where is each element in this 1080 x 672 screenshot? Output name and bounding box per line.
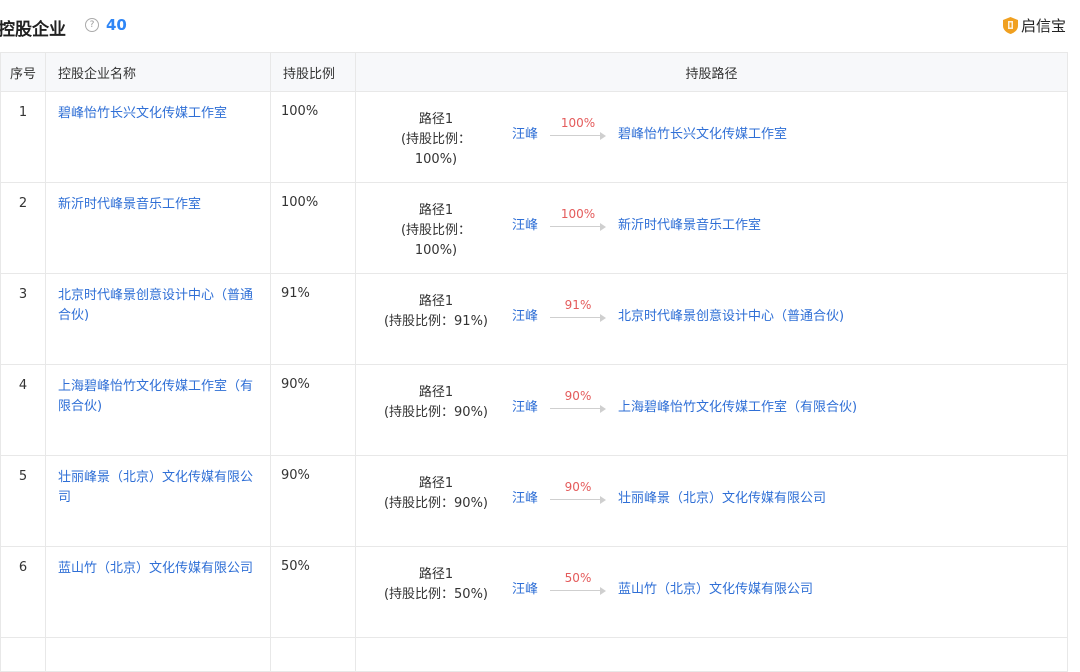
arrow-percent: 91%	[564, 298, 592, 312]
section-title: 控股企业	[0, 20, 66, 40]
company-name-link[interactable]: 蓝山竹（北京）文化传媒有限公司	[58, 561, 253, 576]
path-arrow: 90%	[550, 389, 607, 415]
holding-path: 路径1 (持股比例：50%) 汪峰 50% 蓝山竹（北京）文化传媒有限公司	[355, 546, 1068, 638]
help-icon[interactable]: ?	[85, 18, 99, 32]
holder-link[interactable]: 汪峰	[512, 578, 538, 597]
shield-logo-icon	[1002, 17, 1018, 34]
path-arrow: 90%	[550, 480, 607, 506]
holding-path: 路径1 (持股比例：91%) 汪峰 91% 北京时代峰景创意设计中心（普通合伙)	[355, 273, 1068, 365]
company-name-link[interactable]: 北京时代峰景创意设计中心（普通合伙)	[58, 288, 253, 323]
arrow-percent: 90%	[564, 480, 592, 494]
section-header: 控股企业 ? 40 启信宝	[0, 0, 1080, 52]
path-detail: (持股比例：90%)	[383, 496, 489, 511]
row-number: 4	[0, 364, 46, 456]
holdings-table: 序号 控股企业名称 持股比例 持股路径 1 碧峰怡竹长兴文化传媒工作室 100%…	[0, 52, 1068, 672]
share-percent: 90%	[270, 364, 356, 456]
row-number: 5	[0, 455, 46, 547]
table-header-row: 序号 控股企业名称 持股比例 持股路径	[0, 52, 1068, 92]
holding-path: 路径1 (持股比例：100%) 汪峰 100% 新沂时代峰景音乐工作室	[355, 182, 1068, 274]
holding-path: 路径1 (持股比例：100%) 汪峰 100% 碧峰怡竹长兴文化传媒工作室	[355, 91, 1068, 183]
row-number: 1	[0, 91, 46, 183]
holder-link[interactable]: 汪峰	[512, 123, 538, 142]
path-title: 路径1	[418, 567, 454, 582]
path-detail: (持股比例：100%)	[400, 223, 472, 258]
target-company-link[interactable]: 蓝山竹（北京）文化传媒有限公司	[618, 578, 813, 597]
table-row: 1 碧峰怡竹长兴文化传媒工作室 100% 路径1 (持股比例：100%) 汪峰 1…	[0, 91, 1068, 183]
path-detail: (持股比例：90%)	[383, 405, 489, 420]
arrow-percent: 100%	[560, 207, 596, 221]
share-percent: 90%	[270, 455, 356, 547]
arrow-right-icon	[600, 496, 607, 504]
arrow-right-icon	[600, 314, 607, 322]
column-header-name: 控股企业名称	[45, 52, 271, 92]
brand-name: 启信宝	[1020, 17, 1066, 35]
arrow-right-icon	[600, 132, 607, 140]
arrow-right-icon	[600, 587, 607, 595]
path-title: 路径1	[418, 112, 454, 127]
column-header-path: 持股路径	[355, 52, 1068, 92]
company-name-link[interactable]: 新沂时代峰景音乐工作室	[58, 197, 201, 212]
table-row: 6 蓝山竹（北京）文化传媒有限公司 50% 路径1 (持股比例：50%) 汪峰 5…	[0, 546, 1068, 638]
arrow-percent: 90%	[564, 389, 592, 403]
path-detail: (持股比例：91%)	[383, 314, 489, 329]
holder-link[interactable]: 汪峰	[512, 214, 538, 233]
holding-path: 路径1 (持股比例：90%) 汪峰 90% 上海碧峰怡竹文化传媒工作室（有限合伙)	[355, 364, 1068, 456]
holding-path: 路径1 (持股比例：90%) 汪峰 90% 壮丽峰景（北京）文化传媒有限公司	[355, 455, 1068, 547]
share-percent: 100%	[270, 182, 356, 274]
path-arrow: 100%	[550, 207, 607, 233]
share-percent: 91%	[270, 273, 356, 365]
holder-link[interactable]: 汪峰	[512, 396, 538, 415]
path-arrow: 91%	[550, 298, 607, 324]
company-name-link[interactable]: 碧峰怡竹长兴文化传媒工作室	[58, 106, 227, 121]
row-number: 6	[0, 546, 46, 638]
table-row: 3 北京时代峰景创意设计中心（普通合伙) 91% 路径1 (持股比例：91%) 汪…	[0, 273, 1068, 365]
path-detail: (持股比例：100%)	[400, 132, 472, 167]
row-number: 3	[0, 273, 46, 365]
path-title: 路径1	[418, 294, 454, 309]
path-title: 路径1	[418, 203, 454, 218]
column-header-percent: 持股比例	[270, 52, 356, 92]
path-arrow: 50%	[550, 571, 607, 597]
arrow-right-icon	[600, 405, 607, 413]
company-name-link[interactable]: 壮丽峰景（北京）文化传媒有限公司	[58, 470, 253, 505]
path-title: 路径1	[418, 385, 454, 400]
share-percent: 50%	[270, 546, 356, 638]
target-company-link[interactable]: 壮丽峰景（北京）文化传媒有限公司	[618, 487, 826, 506]
target-company-link[interactable]: 北京时代峰景创意设计中心（普通合伙)	[618, 305, 844, 324]
company-name-link[interactable]: 上海碧峰怡竹文化传媒工作室（有限合伙)	[58, 379, 253, 414]
path-arrow: 100%	[550, 116, 607, 142]
arrow-percent: 100%	[560, 116, 596, 130]
target-company-link[interactable]: 上海碧峰怡竹文化传媒工作室（有限合伙)	[618, 396, 857, 415]
table-row: 2 新沂时代峰景音乐工作室 100% 路径1 (持股比例：100%) 汪峰 100…	[0, 182, 1068, 274]
target-company-link[interactable]: 新沂时代峰景音乐工作室	[618, 214, 761, 233]
share-percent: 100%	[270, 91, 356, 183]
table-row-partial	[0, 637, 1068, 672]
target-company-link[interactable]: 碧峰怡竹长兴文化传媒工作室	[618, 123, 787, 142]
path-detail: (持股比例：50%)	[383, 587, 489, 602]
holder-link[interactable]: 汪峰	[512, 487, 538, 506]
column-header-no: 序号	[0, 52, 46, 92]
path-title: 路径1	[418, 476, 454, 491]
company-count: 40	[106, 16, 127, 34]
table-row: 5 壮丽峰景（北京）文化传媒有限公司 90% 路径1 (持股比例：90%) 汪峰 …	[0, 455, 1068, 547]
holder-link[interactable]: 汪峰	[512, 305, 538, 324]
arrow-right-icon	[600, 223, 607, 231]
arrow-percent: 50%	[564, 571, 592, 585]
brand-logo: 启信宝	[1002, 15, 1066, 36]
row-number: 2	[0, 182, 46, 274]
table-row: 4 上海碧峰怡竹文化传媒工作室（有限合伙) 90% 路径1 (持股比例：90%) …	[0, 364, 1068, 456]
